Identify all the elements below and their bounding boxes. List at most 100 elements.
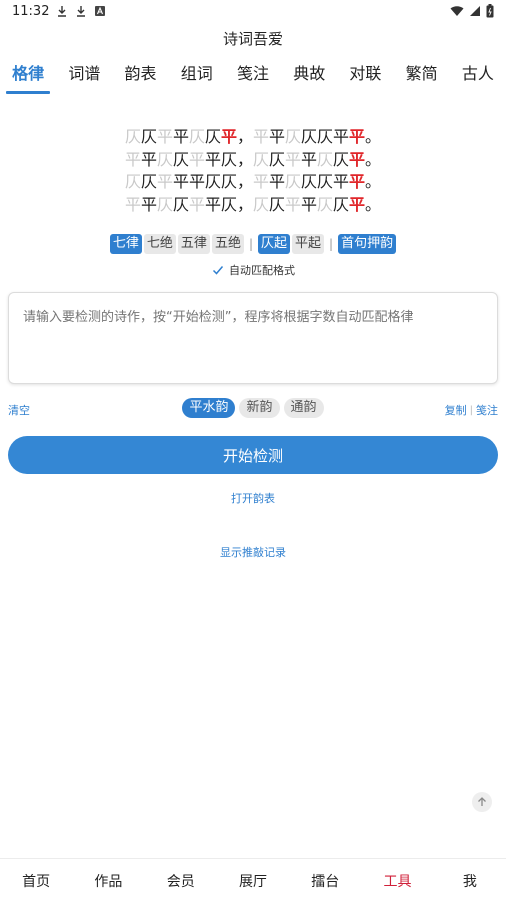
auto-match-label: 自动匹配格式 xyxy=(229,264,295,277)
rhyme-options-row: 清空 平水韵 新韵 通韵 复制 | 笺注 xyxy=(0,398,506,420)
tone-char: 。 xyxy=(365,172,382,191)
tone-char: 平 xyxy=(189,194,206,214)
tone-char: 平 xyxy=(205,149,222,169)
chip-separator: | xyxy=(248,237,253,251)
tone-char: 平 xyxy=(333,172,350,191)
format-chip[interactable]: 五绝 xyxy=(211,234,244,254)
nav-item-2[interactable]: 会员 xyxy=(145,859,217,901)
download-icon xyxy=(77,6,86,17)
pattern-line: 平平仄仄平平仄，仄仄平平仄仄平。 xyxy=(0,194,506,217)
tone-char: ， xyxy=(237,127,254,146)
format-chip[interactable]: 平起 xyxy=(292,234,325,254)
pattern-line: 仄仄平平仄仄平，平平仄仄仄平平。 xyxy=(0,126,506,149)
format-chip[interactable]: 仄起 xyxy=(258,234,291,254)
nav-item-5[interactable]: 工具 xyxy=(361,859,433,901)
tab-6[interactable]: 对联 xyxy=(337,58,393,94)
download-icon xyxy=(58,6,67,17)
tone-char: 仄 xyxy=(141,172,158,191)
format-chip[interactable]: 五律 xyxy=(177,234,210,254)
tone-char: 平 xyxy=(349,172,366,191)
tone-char: 仄 xyxy=(269,194,286,214)
tone-char: 仄 xyxy=(253,194,270,214)
show-records-link[interactable]: 显示推敲记录 xyxy=(220,546,286,559)
tone-char: 仄 xyxy=(285,127,302,146)
tone-char: 仄 xyxy=(205,127,222,146)
tab-2[interactable]: 韵表 xyxy=(112,58,168,94)
nav-item-1[interactable]: 作品 xyxy=(72,859,144,901)
right-links: 复制 | 笺注 xyxy=(445,402,498,418)
tone-char: 平 xyxy=(205,194,222,214)
tone-char: 仄 xyxy=(125,172,142,191)
format-chip[interactable]: 七律 xyxy=(109,234,142,254)
tone-char: 平 xyxy=(157,127,174,146)
open-rhyme-table-link[interactable]: 打开韵表 xyxy=(231,492,275,505)
tone-char: 平 xyxy=(141,149,158,169)
tone-char: 平 xyxy=(189,172,206,191)
tone-char: 平 xyxy=(173,127,190,146)
tone-char: 平 xyxy=(189,149,206,169)
tone-char: 仄 xyxy=(125,127,142,146)
tone-char: 平 xyxy=(285,194,302,214)
show-records-row: 显示推敲记录 xyxy=(0,541,506,560)
start-check-button[interactable]: 开始检测 xyxy=(8,436,498,474)
chip-separator: | xyxy=(329,237,334,251)
open-rhyme-table-row: 打开韵表 xyxy=(0,487,506,506)
tone-char: 平 xyxy=(157,172,174,191)
rhyme-chip[interactable]: 平水韵 xyxy=(182,398,236,418)
poem-input[interactable] xyxy=(8,292,498,384)
rhyme-chip[interactable]: 新韵 xyxy=(239,398,280,418)
tone-char: 仄 xyxy=(333,149,350,169)
tone-char: 仄 xyxy=(221,172,238,191)
tone-char: 平 xyxy=(301,149,318,169)
tone-char: 仄 xyxy=(157,194,174,214)
tone-char: 仄 xyxy=(173,149,190,169)
tone-char: 平 xyxy=(269,172,286,191)
tone-char: 。 xyxy=(365,127,382,146)
tone-char: 平 xyxy=(333,127,350,146)
tone-char: 平 xyxy=(125,149,142,169)
format-chip[interactable]: 首句押韵 xyxy=(338,234,397,254)
tab-bar: 格律 词谱 韵表 组词 笺注 典故 对联 繁简 古人 xyxy=(0,58,506,94)
tone-char: 仄 xyxy=(173,194,190,214)
tone-char: 平 xyxy=(285,149,302,169)
tone-char: 仄 xyxy=(141,127,158,146)
format-chip[interactable]: 七绝 xyxy=(143,234,176,254)
battery-icon xyxy=(486,4,494,18)
tone-char: 仄 xyxy=(317,194,334,214)
app-title: 诗词吾爱 xyxy=(222,30,283,48)
tone-char: 。 xyxy=(365,149,382,169)
nav-item-4[interactable]: 擂台 xyxy=(289,859,361,901)
nav-item-3[interactable]: 展厅 xyxy=(217,859,289,901)
scroll-top-button[interactable] xyxy=(472,792,492,812)
annotate-link[interactable]: 笺注 xyxy=(476,402,498,418)
auto-match-checkbox[interactable]: 自动匹配格式 xyxy=(0,262,506,278)
tone-char: 平 xyxy=(253,127,270,146)
tone-char: 仄 xyxy=(317,149,334,169)
nav-item-0[interactable]: 首页 xyxy=(0,859,72,901)
pattern-line: 仄仄平平平仄仄，平平仄仄仄平平。 xyxy=(0,171,506,194)
rhyme-chip[interactable]: 通韵 xyxy=(283,398,324,418)
link-divider: | xyxy=(469,404,473,416)
tone-char: 平 xyxy=(173,172,190,191)
tone-char: 仄 xyxy=(221,194,238,214)
tonal-pattern: 仄仄平平仄仄平，平平仄仄仄平平。 平平仄仄平平仄，仄仄平平仄仄平。 仄仄平平平仄仄，… xyxy=(0,126,506,216)
arrow-up-icon xyxy=(478,797,486,806)
tab-5[interactable]: 典故 xyxy=(281,58,337,94)
tone-char: 仄 xyxy=(333,194,350,214)
tone-char: 仄 xyxy=(205,172,222,191)
tab-7[interactable]: 繁简 xyxy=(394,58,450,94)
tab-0[interactable]: 格律 xyxy=(0,58,56,94)
tab-8[interactable]: 古人 xyxy=(450,58,506,94)
tone-char: 平 xyxy=(221,127,238,146)
status-bar: 11:32 xyxy=(0,0,506,22)
format-chip-row: 七律 七绝 五律 五绝 | 仄起 平起 | 首句押韵 xyxy=(0,234,506,254)
tone-char: 仄 xyxy=(317,172,334,191)
tab-4[interactable]: 笺注 xyxy=(225,58,281,94)
nav-item-6[interactable]: 我 xyxy=(434,859,506,901)
copy-link[interactable]: 复制 xyxy=(445,402,467,418)
tab-3[interactable]: 组词 xyxy=(169,58,225,94)
status-time: 11:32 xyxy=(12,3,50,19)
tab-1[interactable]: 词谱 xyxy=(56,58,112,94)
tone-char: ， xyxy=(237,194,254,214)
check-icon[interactable] xyxy=(211,263,225,277)
